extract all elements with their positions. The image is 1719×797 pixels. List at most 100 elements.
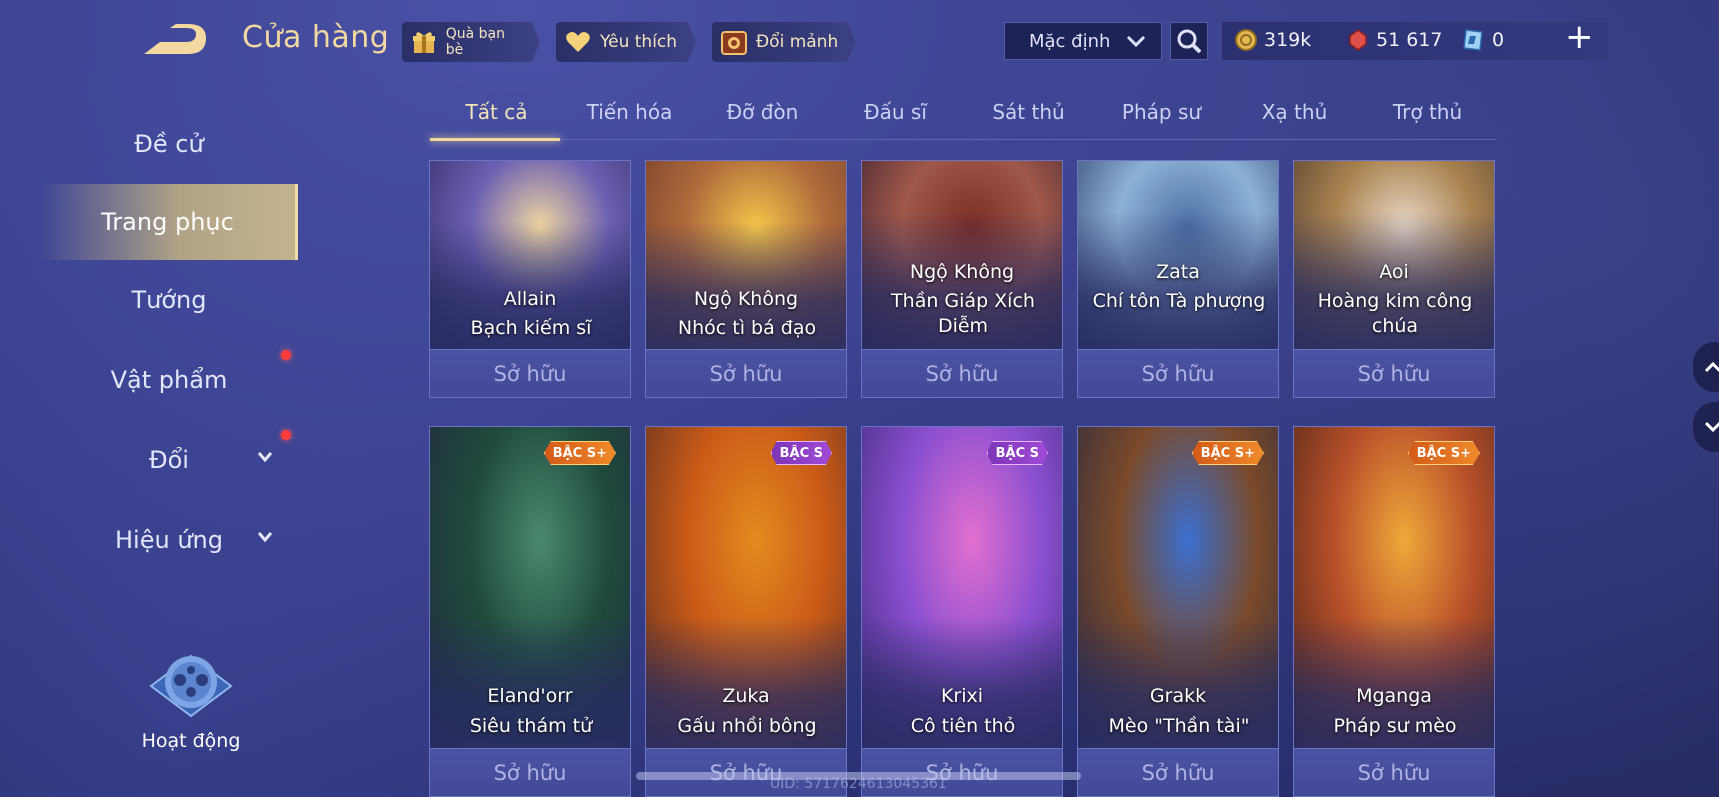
owned-status: Sở hữu bbox=[1294, 349, 1494, 397]
owned-status: Sở hữu bbox=[646, 349, 846, 397]
gold-amount: 319k bbox=[1264, 29, 1312, 51]
quan-huy-card-icon bbox=[1463, 29, 1483, 51]
tab-mage[interactable]: Pháp sư bbox=[1095, 100, 1228, 124]
home-indicator[interactable] bbox=[636, 772, 1081, 780]
quan-huy-currency: 0 bbox=[1460, 28, 1504, 52]
voucher-amount: 51 617 bbox=[1376, 29, 1443, 51]
chevron-down-icon bbox=[257, 532, 273, 543]
gold-currency: 319k bbox=[1234, 28, 1311, 52]
hero-name: Ngộ Không bbox=[909, 261, 1015, 283]
tab-marksman[interactable]: Xạ thủ bbox=[1228, 100, 1361, 124]
owned-status: Sở hữu bbox=[430, 748, 630, 796]
sidebar-item-recommended[interactable]: Đề cử bbox=[40, 106, 298, 182]
gold-coin-icon bbox=[1235, 29, 1257, 51]
skin-card[interactable]: Aoi Hoàng kim công chúa Sở hữu bbox=[1293, 160, 1495, 398]
sidebar-item-heroes[interactable]: Tướng bbox=[40, 262, 298, 338]
skin-name: Siêu thám tử bbox=[469, 715, 593, 737]
tier-badge: BẬC S+ bbox=[1407, 441, 1480, 465]
fragment-chest-icon bbox=[720, 28, 748, 56]
skin-card[interactable]: BẬC S+ Mganga Pháp sư mèo Sở hữu bbox=[1293, 426, 1495, 797]
hero-name: Allain bbox=[503, 288, 557, 310]
quan-huy-amount: 0 bbox=[1492, 29, 1505, 51]
favorite-button[interactable]: Yêu thích bbox=[556, 22, 696, 62]
owned-status: Sở hữu bbox=[862, 349, 1062, 397]
skin-name: Gấu nhồi bông bbox=[677, 715, 817, 737]
favorite-label: Yêu thích bbox=[600, 32, 678, 52]
hero-name: Zuka bbox=[722, 685, 770, 707]
skin-card[interactable]: Ngộ Không Nhóc tì bá đạo Sở hữu bbox=[645, 160, 847, 398]
skin-card[interactable]: Allain Bạch kiếm sĩ Sở hữu bbox=[429, 160, 631, 398]
hero-name: Krixi bbox=[940, 685, 984, 707]
exchange-fragments-button[interactable]: Đổi mảnh bbox=[712, 22, 856, 62]
tier-badge: BẬC S bbox=[770, 441, 832, 465]
sort-value: Mặc định bbox=[1029, 30, 1111, 52]
owned-status: Sở hữu bbox=[1078, 748, 1278, 796]
sidebar-item-label: Đổi bbox=[149, 446, 189, 474]
chevron-down-icon bbox=[257, 452, 273, 463]
category-tabs: Tất cả Tiến hóa Đỡ đòn Đấu sĩ Sát thủ Ph… bbox=[430, 92, 1496, 141]
skin-name: Mèo "Thần tài" bbox=[1108, 715, 1250, 737]
active-tab-indicator bbox=[430, 138, 560, 141]
skin-name: Chí tôn Tà phượng bbox=[1092, 290, 1266, 312]
skin-card[interactable]: BẬC S Krixi Cô tiên thỏ Sở hữu bbox=[861, 426, 1063, 797]
activity-button[interactable]: Hoạt động bbox=[136, 652, 256, 762]
skin-card[interactable]: Zata Chí tôn Tà phượng Sở hữu bbox=[1077, 160, 1279, 398]
hero-name: Zata bbox=[1156, 261, 1200, 283]
sort-dropdown[interactable]: Mặc định bbox=[1004, 22, 1162, 60]
hero-name: Eland'orr bbox=[487, 685, 573, 707]
tab-all[interactable]: Tất cả bbox=[430, 100, 563, 124]
scroll-down-button[interactable] bbox=[1693, 402, 1719, 452]
currency-bar: 319k 51 617 0 bbox=[1222, 22, 1608, 60]
sidebar-item-label: Hiệu ứng bbox=[115, 526, 223, 554]
back-arrow-icon bbox=[144, 24, 206, 54]
skin-name: Nhóc tì bá đạo bbox=[677, 317, 817, 339]
chevron-down-icon bbox=[1704, 421, 1719, 433]
voucher-gem-icon bbox=[1349, 29, 1367, 51]
heart-icon bbox=[564, 28, 592, 56]
skin-name: Pháp sư mèo bbox=[1333, 715, 1457, 737]
skin-name: Thần Giáp Xích Diễm bbox=[891, 290, 1035, 337]
tab-assassin[interactable]: Sát thủ bbox=[962, 100, 1095, 124]
sidebar-item-effects[interactable]: Hiệu ứng bbox=[40, 502, 298, 578]
hero-name: Aoi bbox=[1379, 261, 1409, 283]
tier-badge: BẬC S+ bbox=[1191, 441, 1264, 465]
add-currency-button[interactable]: + bbox=[1565, 20, 1594, 54]
tab-evolution[interactable]: Tiến hóa bbox=[563, 100, 696, 124]
skin-card[interactable]: BẬC S Zuka Gấu nhồi bông Sở hữu bbox=[645, 426, 847, 797]
friend-gift-button[interactable]: Quà bạn bè bbox=[402, 22, 540, 62]
skin-card[interactable]: BẬC S+ Eland'orr Siêu thám tử Sở hữu bbox=[429, 426, 631, 797]
skin-card[interactable]: BẬC S+ Grakk Mèo "Thần tài" Sở hữu bbox=[1077, 426, 1279, 797]
back-button[interactable] bbox=[140, 22, 212, 58]
skin-name: Cô tiên thỏ bbox=[910, 715, 1016, 737]
sidebar-item-skins[interactable]: Trang phục bbox=[40, 184, 298, 260]
search-button[interactable] bbox=[1170, 22, 1208, 60]
hero-name: Ngộ Không bbox=[693, 288, 799, 310]
owned-status: Sở hữu bbox=[1078, 349, 1278, 397]
notification-dot bbox=[281, 350, 291, 360]
owned-status: Sở hữu bbox=[1294, 748, 1494, 796]
sidebar-item-label: Vật phẩm bbox=[110, 366, 228, 394]
top-bar: Cửa hàng Quà bạn bè Yêu thích Đổi mảnh M… bbox=[0, 0, 1719, 84]
sidebar-item-items[interactable]: Vật phẩm bbox=[40, 342, 298, 418]
hero-name: Mganga bbox=[1356, 685, 1432, 707]
tab-support[interactable]: Trợ thủ bbox=[1361, 100, 1494, 124]
hero-name: Grakk bbox=[1149, 685, 1207, 707]
skin-card[interactable]: Ngộ Không Thần Giáp Xích Diễm Sở hữu bbox=[861, 160, 1063, 398]
voucher-currency: 51 617 bbox=[1346, 28, 1442, 52]
tab-fighter[interactable]: Đấu sĩ bbox=[829, 100, 962, 124]
tier-badge: BẬC S+ bbox=[543, 441, 616, 465]
tier-badge: BẬC S bbox=[986, 441, 1048, 465]
tab-tank[interactable]: Đỡ đòn bbox=[696, 100, 829, 124]
sidebar-item-label: Trang phục bbox=[101, 208, 234, 236]
chevron-up-icon bbox=[1704, 361, 1719, 373]
skin-name: Hoàng kim công chúa bbox=[1317, 290, 1473, 337]
notification-dot bbox=[281, 430, 291, 440]
activity-label: Hoạt động bbox=[141, 730, 241, 752]
sidebar-item-exchange[interactable]: Đổi bbox=[40, 422, 298, 498]
skin-name: Bạch kiếm sĩ bbox=[470, 317, 592, 339]
scroll-up-button[interactable] bbox=[1693, 342, 1719, 392]
search-icon bbox=[1177, 29, 1202, 54]
page-title: Cửa hàng bbox=[242, 20, 390, 55]
exchange-fragments-label: Đổi mảnh bbox=[756, 32, 839, 52]
owned-status: Sở hữu bbox=[430, 349, 630, 397]
